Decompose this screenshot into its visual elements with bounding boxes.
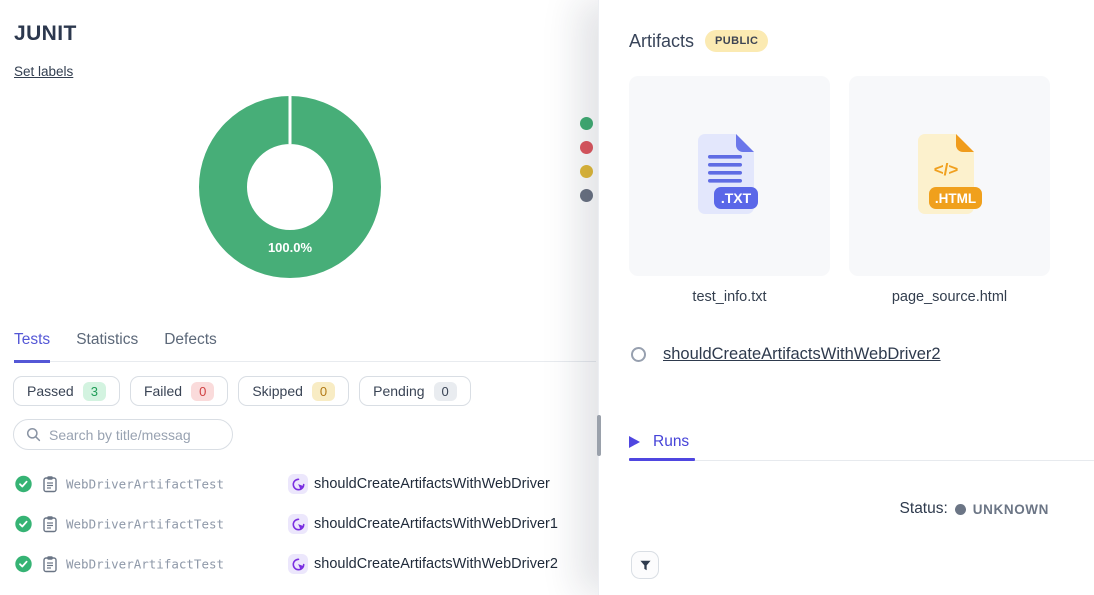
passed-check-icon xyxy=(15,556,32,573)
status-filter-chips: Passed 3 Failed 0 Skipped 0 Pending 0 xyxy=(13,376,471,406)
artifacts-heading: Artifacts xyxy=(629,31,694,52)
passed-check-icon xyxy=(15,516,32,533)
status-value: UNKNOWN xyxy=(973,502,1049,517)
linked-test-link[interactable]: shouldCreateArtifactsWithWebDriver2 xyxy=(663,345,941,364)
clipboard-icon xyxy=(42,476,58,493)
filter-button[interactable] xyxy=(631,551,659,579)
scrollbar-thumb[interactable] xyxy=(597,415,601,456)
filter-skipped-count: 0 xyxy=(312,382,335,401)
test-row[interactable]: WebDriverArtifactTest shouldCreateArtifa… xyxy=(0,504,597,544)
chart-legend xyxy=(580,117,593,202)
txt-file-icon: .TXT xyxy=(684,130,776,222)
html-file-icon: </> .HTML xyxy=(904,130,996,222)
passed-check-icon xyxy=(15,476,32,493)
filter-passed[interactable]: Passed 3 xyxy=(13,376,120,406)
html-ext-label: .HTML xyxy=(934,191,975,206)
legend-dot-pending[interactable] xyxy=(580,189,593,202)
artifact-card-txt[interactable]: .TXT xyxy=(629,76,830,276)
runs-label: Runs xyxy=(653,433,689,451)
svg-text:</>: </> xyxy=(933,160,958,179)
test-name-link[interactable]: shouldCreateArtifactsWithWebDriver xyxy=(314,476,550,492)
open-test-icon[interactable] xyxy=(288,554,308,574)
set-labels-link[interactable]: Set labels xyxy=(14,64,73,79)
filter-skipped-label: Skipped xyxy=(252,383,303,399)
clipboard-icon xyxy=(42,516,58,533)
linked-test-row: shouldCreateArtifactsWithWebDriver2 xyxy=(631,345,941,364)
test-suite-name: WebDriverArtifactTest xyxy=(66,477,224,492)
search-input[interactable] xyxy=(49,427,222,443)
filter-pending-count: 0 xyxy=(434,382,457,401)
results-donut-chart: 100.0% xyxy=(199,96,381,278)
status-row: Status: UNKNOWN xyxy=(900,500,1049,518)
status-label: Status: xyxy=(900,500,948,518)
test-row[interactable]: WebDriverArtifactTest shouldCreateArtifa… xyxy=(0,464,597,504)
funnel-icon xyxy=(639,559,652,572)
filter-failed[interactable]: Failed 0 xyxy=(130,376,228,406)
report-tabs: Tests Statistics Defects xyxy=(14,331,596,362)
collapsed-arrow-icon xyxy=(629,436,640,448)
tab-defects[interactable]: Defects xyxy=(164,331,217,361)
clipboard-icon xyxy=(42,556,58,573)
open-test-icon[interactable] xyxy=(288,514,308,534)
status-dot-icon xyxy=(955,504,966,515)
open-test-icon[interactable] xyxy=(288,474,308,494)
filter-passed-label: Passed xyxy=(27,383,74,399)
search-box xyxy=(13,419,233,450)
test-name-link[interactable]: shouldCreateArtifactsWithWebDriver1 xyxy=(314,516,558,532)
test-status-circle-icon xyxy=(631,347,646,362)
page-title: JUNIT xyxy=(14,22,77,46)
test-suite-name: WebDriverArtifactTest xyxy=(66,517,224,532)
runs-toggle[interactable]: Runs xyxy=(629,433,689,451)
artifact-filename: test_info.txt xyxy=(629,289,830,305)
filter-passed-count: 3 xyxy=(83,382,106,401)
artifact-card-html[interactable]: </> .HTML xyxy=(849,76,1050,276)
tab-tests[interactable]: Tests xyxy=(14,331,50,363)
legend-dot-skipped[interactable] xyxy=(580,165,593,178)
public-badge: PUBLIC xyxy=(705,30,768,52)
filter-pending-label: Pending xyxy=(373,383,424,399)
donut-slice-gap xyxy=(289,96,292,144)
test-row[interactable]: WebDriverArtifactTest shouldCreateArtifa… xyxy=(0,544,597,584)
txt-ext-label: .TXT xyxy=(720,190,751,206)
artifact-cards: .TXT </> .HTML test_info.txt page_source… xyxy=(629,76,1050,276)
artifact-filename: page_source.html xyxy=(849,289,1050,305)
legend-dot-passed[interactable] xyxy=(580,117,593,130)
runs-divider xyxy=(629,460,1094,461)
test-list: WebDriverArtifactTest shouldCreateArtifa… xyxy=(0,464,597,584)
filter-pending[interactable]: Pending 0 xyxy=(359,376,471,406)
filter-failed-count: 0 xyxy=(191,382,214,401)
test-name-link[interactable]: shouldCreateArtifactsWithWebDriver2 xyxy=(314,556,558,572)
tab-statistics[interactable]: Statistics xyxy=(76,331,138,361)
filter-skipped[interactable]: Skipped 0 xyxy=(238,376,349,406)
filter-failed-label: Failed xyxy=(144,383,182,399)
search-icon xyxy=(26,427,41,442)
test-suite-name: WebDriverArtifactTest xyxy=(66,557,224,572)
test-detail-drawer: Artifacts PUBLIC .TXT xyxy=(598,0,1094,595)
runs-active-underline xyxy=(629,458,695,461)
donut-center-label: 100.0% xyxy=(268,240,313,255)
legend-dot-failed[interactable] xyxy=(580,141,593,154)
